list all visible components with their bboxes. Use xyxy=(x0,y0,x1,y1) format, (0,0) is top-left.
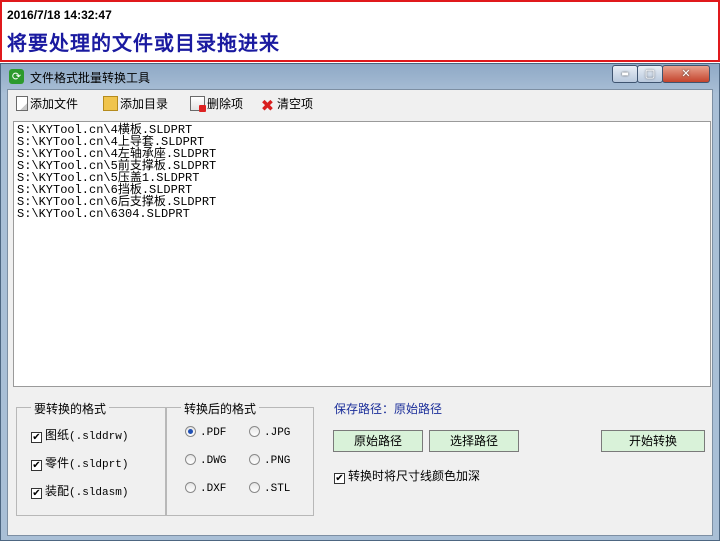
minimize-button[interactable]: ▬ xyxy=(612,65,638,83)
close-icon: ✖ xyxy=(260,96,275,115)
clear-button[interactable]: ✖ 清空项 xyxy=(260,95,314,115)
save-path-label: 保存路径： xyxy=(334,402,395,416)
radio-jpg[interactable]: .JPG xyxy=(249,426,290,439)
add-file-label: 添加文件 xyxy=(30,97,79,111)
title-bar[interactable]: ⟳ 文件格式批量转换工具 ▬ ▢ ✕ xyxy=(1,64,719,88)
add-file-icon xyxy=(16,96,28,111)
checkbox-assembly-label: 装配 xyxy=(45,484,70,498)
refresh-icon: ⟳ xyxy=(9,69,24,84)
maximize-icon: ▢ xyxy=(644,67,656,80)
clear-label: 清空项 xyxy=(277,97,314,111)
checkbox-assembly[interactable]: ✔ 装配(.sldasm) xyxy=(31,482,128,499)
radio-dxf-label: .DXF xyxy=(200,483,227,495)
toolbar: 添加文件 添加目录 删除项 ✖ 清空项 xyxy=(8,90,712,117)
checkbox-assembly-ext: (.sldasm) xyxy=(69,487,129,499)
checkbox-part-ext: (.sldprt) xyxy=(69,459,129,471)
checkmark-icon: ✔ xyxy=(31,460,42,471)
radio-dwg-label: .DWG xyxy=(200,455,227,467)
start-convert-button[interactable]: 开始转换 xyxy=(601,430,705,452)
add-directory-button[interactable]: 添加目录 xyxy=(103,95,168,113)
delete-item-label: 删除项 xyxy=(207,97,244,111)
timestamp: 2016/7/18 14:32:47 xyxy=(7,8,112,22)
radio-png[interactable]: .PNG xyxy=(249,454,290,467)
checkbox-deepen-dimension-color[interactable]: ✔ 转换时将尺寸线颜色加深 xyxy=(334,467,480,484)
choose-path-button[interactable]: 选择路径 xyxy=(429,430,519,452)
radio-stl-label: .STL xyxy=(264,483,291,495)
list-item[interactable]: S:\KYTool.cn\6304.SLDPRT xyxy=(17,208,707,220)
window-title: 文件格式批量转换工具 xyxy=(30,71,151,85)
radio-jpg-label: .JPG xyxy=(264,427,291,439)
delete-item-button[interactable]: 删除项 xyxy=(190,95,243,113)
radio-pdf[interactable]: .PDF xyxy=(185,426,226,439)
checkbox-part[interactable]: ✔ 零件(.sldprt) xyxy=(31,454,128,471)
add-folder-icon xyxy=(103,96,118,111)
close-icon: ✕ xyxy=(681,67,691,80)
drop-hint-banner: 2016/7/18 14:32:47 将要处理的文件或目录拖进来 xyxy=(0,0,720,62)
maximize-button[interactable]: ▢ xyxy=(637,65,663,83)
deepen-label: 转换时将尺寸线颜色加深 xyxy=(348,469,481,483)
checkbox-drawing-ext: (.slddrw) xyxy=(69,431,129,443)
checkmark-icon: ✔ xyxy=(31,488,42,499)
target-format-group: 转换后的格式 .PDF .JPG .DWG .PNG .DXF .STL xyxy=(166,400,314,516)
checkbox-drawing[interactable]: ✔ 图纸(.slddrw) xyxy=(31,426,128,443)
source-format-legend: 要转换的格式 xyxy=(31,400,110,417)
checkbox-part-label: 零件 xyxy=(45,456,70,470)
radio-pdf-label: .PDF xyxy=(200,427,227,439)
original-path-button[interactable]: 原始路径 xyxy=(333,430,423,452)
checkmark-icon: ✔ xyxy=(334,473,345,484)
close-button[interactable]: ✕ xyxy=(662,65,710,83)
radio-dxf[interactable]: .DXF xyxy=(185,482,226,495)
radio-icon xyxy=(185,482,196,493)
radio-selected-icon xyxy=(185,426,196,437)
target-format-legend: 转换后的格式 xyxy=(181,400,260,417)
app-window: ⟳ 文件格式批量转换工具 ▬ ▢ ✕ 添加文件 添加目录 删除项 ✖ 清空项 S:… xyxy=(0,63,720,541)
save-path-display: 保存路径：原始路径 xyxy=(334,400,442,417)
delete-icon xyxy=(190,96,206,112)
add-file-button[interactable]: 添加文件 xyxy=(16,95,78,113)
file-list[interactable]: S:\KYTool.cn\4横板.SLDPRT S:\KYTool.cn\4上导… xyxy=(13,121,711,387)
save-path-value: 原始路径 xyxy=(394,402,443,416)
radio-stl[interactable]: .STL xyxy=(249,482,290,495)
checkmark-icon: ✔ xyxy=(31,432,42,443)
radio-icon xyxy=(249,426,260,437)
radio-icon xyxy=(249,482,260,493)
radio-icon xyxy=(185,454,196,465)
source-format-group: 要转换的格式 ✔ 图纸(.slddrw) ✔ 零件(.sldprt) ✔ 装配(.sl… xyxy=(16,400,166,516)
client-area: 添加文件 添加目录 删除项 ✖ 清空项 S:\KYTool.cn\4横板.SLDP… xyxy=(7,89,713,536)
radio-dwg[interactable]: .DWG xyxy=(185,454,226,467)
radio-png-label: .PNG xyxy=(264,455,291,467)
minimize-icon: ▬ xyxy=(621,69,629,78)
drop-hint-text: 将要处理的文件或目录拖进来 xyxy=(7,31,280,55)
radio-icon xyxy=(249,454,260,465)
checkbox-drawing-label: 图纸 xyxy=(45,428,70,442)
add-directory-label: 添加目录 xyxy=(120,97,169,111)
